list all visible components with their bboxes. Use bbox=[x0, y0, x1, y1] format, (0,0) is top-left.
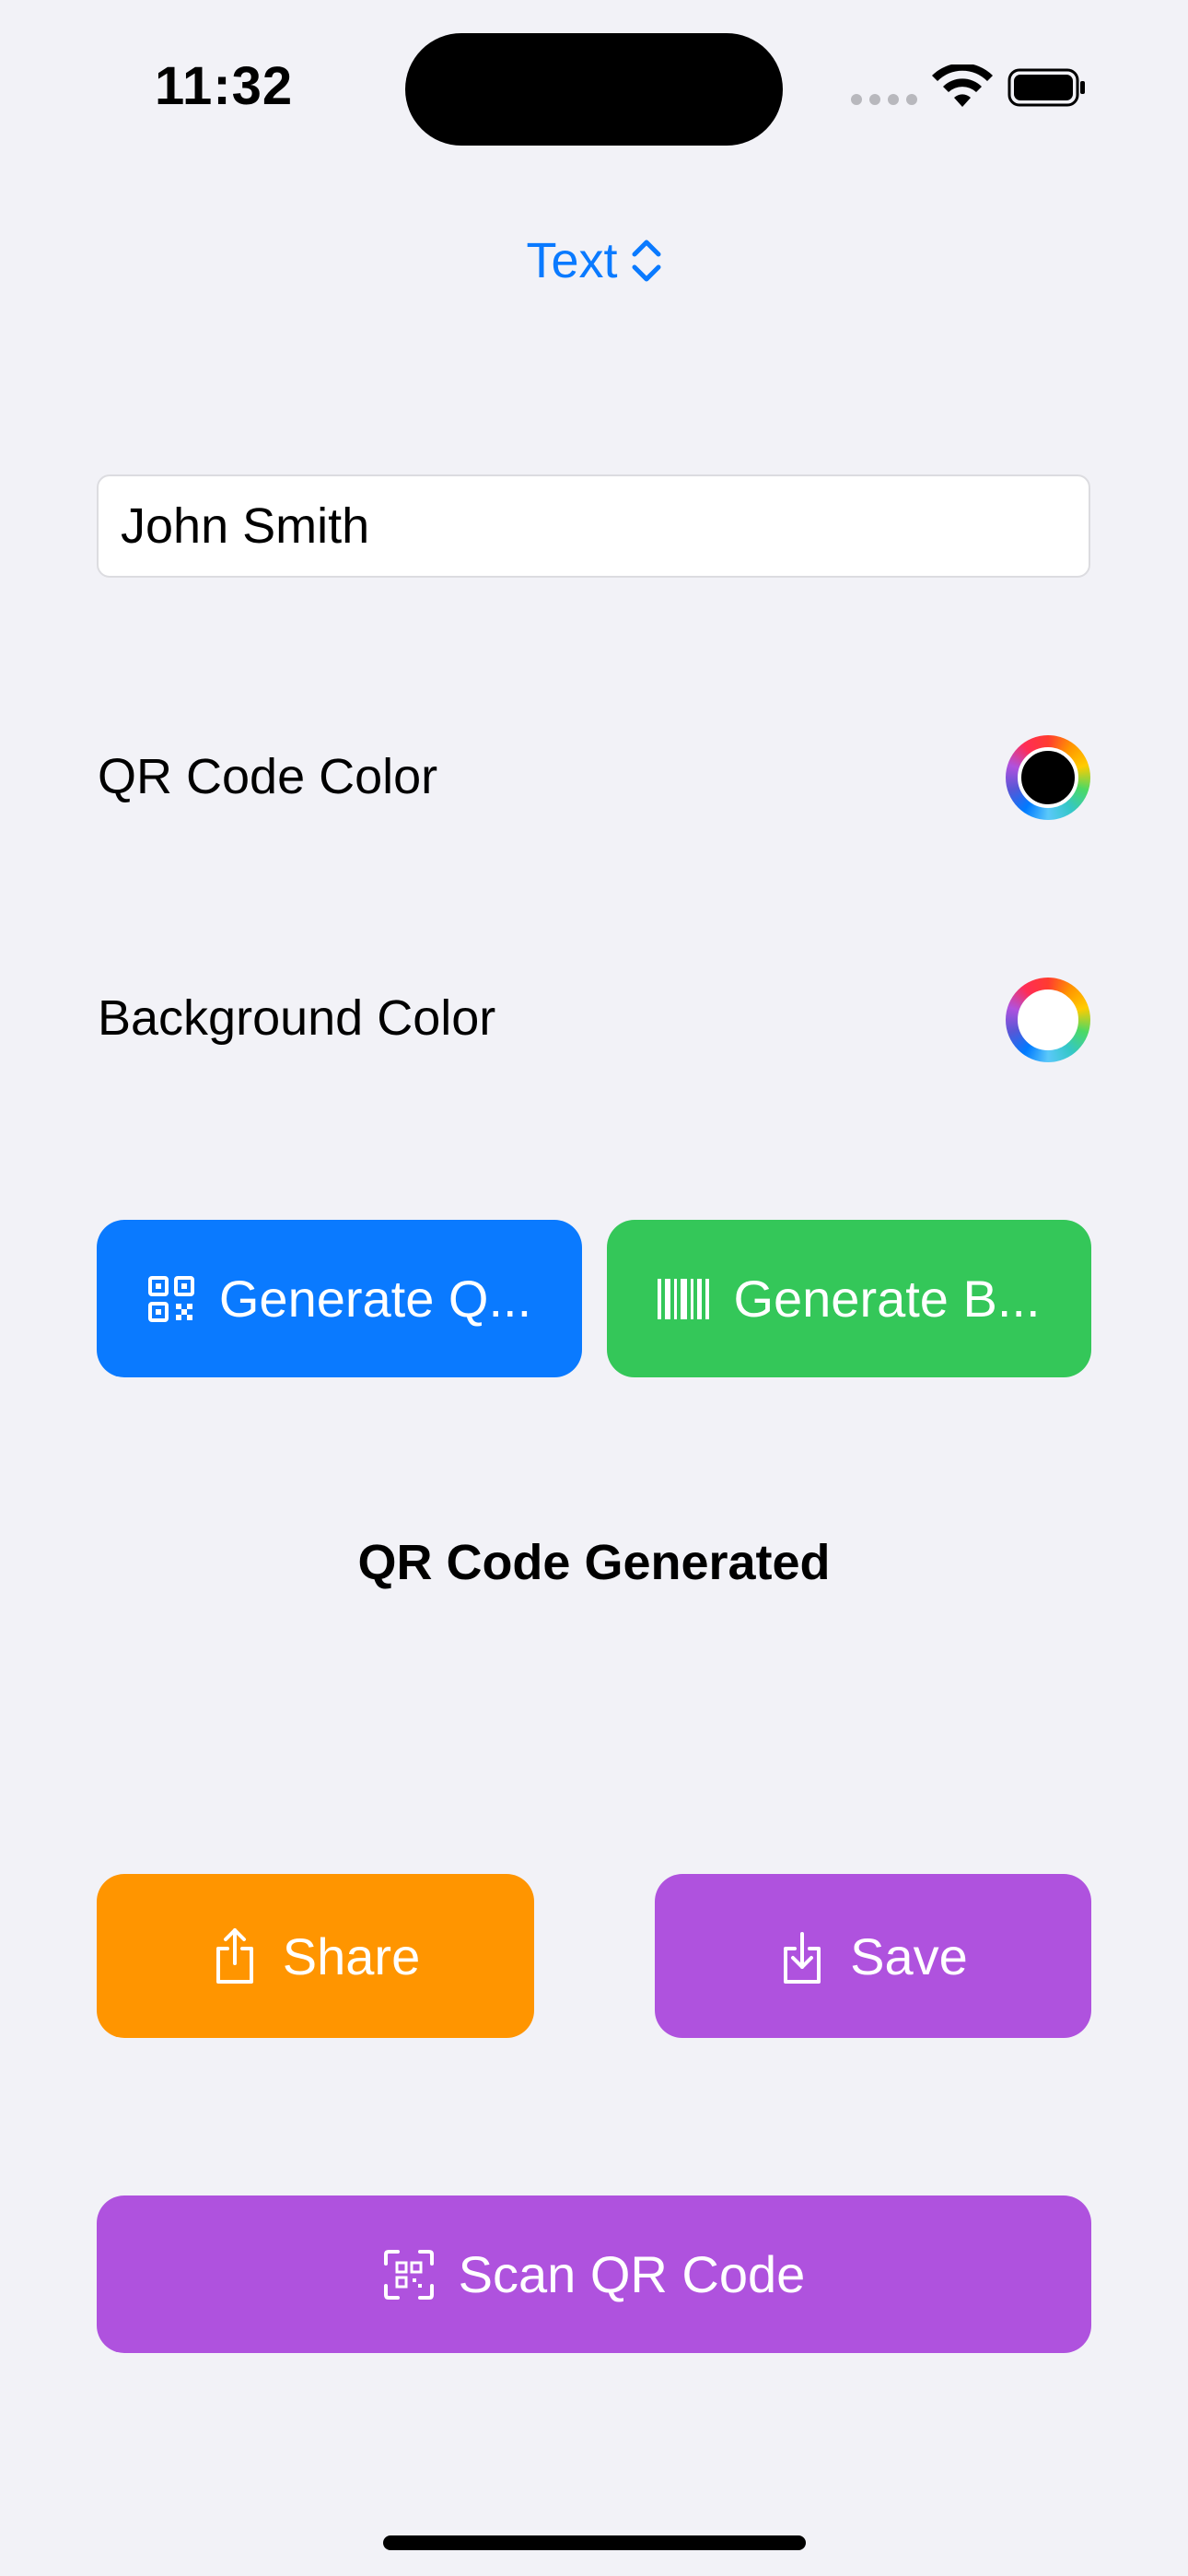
content-text-field[interactable] bbox=[97, 474, 1090, 578]
save-label: Save bbox=[850, 1926, 968, 1985]
home-indicator bbox=[383, 2535, 806, 2550]
battery-icon bbox=[1007, 68, 1085, 107]
qr-color-swatch bbox=[1018, 747, 1078, 808]
dynamic-island bbox=[405, 33, 783, 146]
generate-barcode-label: Generate B... bbox=[733, 1270, 1041, 1328]
qrcode-viewfinder-icon bbox=[383, 2249, 434, 2300]
generate-barcode-button[interactable]: Generate B... bbox=[607, 1220, 1091, 1377]
background-color-picker[interactable] bbox=[1006, 978, 1090, 1062]
background-color-label: Background Color bbox=[98, 990, 496, 1046]
share-icon bbox=[215, 1928, 253, 1984]
type-picker-label: Text bbox=[526, 233, 618, 288]
generate-qr-label: Generate Q... bbox=[218, 1270, 532, 1328]
chevron-up-down-icon bbox=[632, 240, 661, 282]
qrcode-icon bbox=[147, 1275, 194, 1322]
content-input[interactable] bbox=[99, 476, 1089, 576]
scan-qr-label: Scan QR Code bbox=[458, 2245, 806, 2303]
generate-qr-button[interactable]: Generate Q... bbox=[97, 1220, 582, 1377]
qr-color-label: QR Code Color bbox=[98, 749, 438, 804]
wifi-icon bbox=[932, 64, 993, 107]
background-color-swatch bbox=[1018, 989, 1078, 1050]
share-label: Share bbox=[282, 1926, 421, 1985]
download-icon bbox=[784, 1932, 821, 1984]
cellular-dots-icon bbox=[851, 94, 917, 105]
result-title: QR Code Generated bbox=[357, 1535, 831, 1590]
scan-qr-button[interactable]: Scan QR Code bbox=[97, 2195, 1091, 2353]
qr-color-picker[interactable] bbox=[1006, 735, 1090, 820]
status-time: 11:32 bbox=[155, 56, 294, 116]
save-button[interactable]: Save bbox=[655, 1874, 1091, 2038]
share-button[interactable]: Share bbox=[97, 1874, 534, 2038]
barcode-icon bbox=[658, 1278, 710, 1319]
type-picker[interactable]: Text bbox=[0, 232, 1188, 289]
